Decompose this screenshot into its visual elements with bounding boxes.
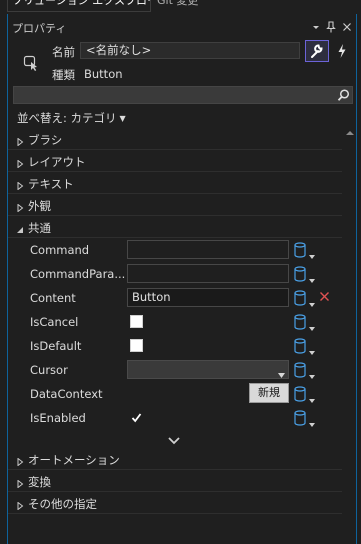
data-binding-icon[interactable] — [294, 386, 306, 402]
category-label: 変換 — [28, 475, 51, 489]
new-button[interactable]: 新規 — [249, 383, 289, 403]
property-name: DataContext — [30, 387, 103, 401]
property-row: IsDefault — [8, 334, 342, 358]
chevron-down-icon — [278, 367, 285, 378]
collapsed-triangle-icon[interactable] — [16, 157, 24, 169]
data-binding-icon[interactable] — [294, 410, 306, 426]
sort-dropdown[interactable]: 並べ替え: カテゴリ ▼ — [17, 110, 126, 126]
category-label: レイアウト — [28, 155, 86, 169]
property-name: IsCancel — [30, 315, 79, 329]
category-row[interactable]: レイアウト — [8, 150, 342, 172]
show-more-chevron-icon[interactable] — [167, 434, 181, 445]
category-row[interactable]: その他の指定 — [8, 492, 342, 514]
property-search-input[interactable] — [13, 86, 353, 104]
category-row[interactable]: 共通 — [8, 216, 342, 238]
collapsed-triangle-icon[interactable] — [16, 201, 24, 213]
category-label: オートメーション — [28, 453, 120, 467]
panel-titlebar: プロパティ — [8, 16, 358, 38]
category-label: その他の指定 — [28, 497, 97, 511]
chevron-down-icon: ▼ — [119, 114, 126, 123]
property-row: Cursor — [8, 358, 342, 382]
advanced-options-caret-icon[interactable] — [309, 272, 315, 283]
property-name: Command — [30, 243, 90, 257]
category-row[interactable]: 外観 — [8, 194, 342, 216]
category-label: 共通 — [28, 221, 51, 235]
property-value-field[interactable]: Button — [127, 288, 289, 307]
data-binding-icon[interactable] — [294, 314, 306, 330]
advanced-options-caret-icon[interactable] — [309, 344, 315, 355]
wrench-icon — [311, 44, 323, 58]
properties-panel: プロパティ 名前 <名前なし> 種類 Button 並べ替え: カテゴリ ▼ ブ… — [7, 14, 357, 544]
data-binding-icon[interactable] — [294, 290, 306, 306]
close-icon[interactable] — [340, 20, 354, 34]
property-row: Command — [8, 238, 342, 262]
property-row: DataContext 新規 — [8, 382, 342, 406]
category-row[interactable]: オートメーション — [8, 448, 342, 470]
property-value-field[interactable] — [127, 264, 289, 283]
category-row[interactable]: ブラシ — [8, 128, 342, 150]
tool-window-tabstrip: ソリューション エクスプローラー Git 変更 — [0, 0, 361, 14]
property-name: IsEnabled — [30, 411, 86, 425]
property-row: IsCancel — [8, 310, 342, 334]
name-field[interactable]: <名前なし> — [80, 42, 300, 59]
data-binding-icon[interactable] — [294, 338, 306, 354]
data-binding-icon[interactable] — [294, 362, 306, 378]
collapsed-triangle-icon[interactable] — [16, 135, 24, 147]
property-name: IsDefault — [30, 339, 82, 353]
expanded-triangle-icon[interactable] — [16, 223, 24, 233]
property-row: CommandPara... — [8, 262, 342, 286]
sort-label: 並べ替え: カテゴリ — [17, 111, 117, 125]
property-combo-box[interactable] — [127, 360, 289, 379]
pin-icon[interactable] — [324, 20, 338, 34]
advanced-options-caret-icon[interactable] — [309, 320, 315, 331]
tab-solution-explorer[interactable]: ソリューション エクスプローラー — [7, 0, 151, 12]
property-name: CommandPara... — [30, 267, 125, 281]
collapsed-triangle-icon[interactable] — [16, 455, 24, 467]
advanced-options-caret-icon[interactable] — [309, 416, 315, 427]
collapsed-triangle-icon[interactable] — [16, 179, 24, 191]
checkbox[interactable] — [130, 339, 143, 352]
collapsed-triangle-icon[interactable] — [16, 499, 24, 511]
collapsed-triangle-icon[interactable] — [16, 477, 24, 489]
reset-value-icon[interactable] — [319, 291, 330, 302]
property-name: Cursor — [30, 363, 68, 377]
type-label: 種類 — [52, 68, 75, 82]
data-binding-icon[interactable] — [294, 266, 306, 282]
lightning-bolt-icon — [338, 44, 346, 58]
category-row[interactable]: 変換 — [8, 470, 342, 492]
property-grid-scrollbar[interactable] — [344, 126, 356, 544]
panel-title: プロパティ — [12, 22, 67, 35]
advanced-options-caret-icon[interactable] — [309, 296, 315, 307]
events-view-button[interactable] — [333, 41, 351, 61]
property-row: IsEnabled — [8, 406, 342, 430]
checkbox-checked[interactable] — [130, 411, 143, 424]
category-row[interactable]: テキスト — [8, 172, 342, 194]
advanced-options-caret-icon[interactable] — [309, 248, 315, 259]
property-value-field[interactable] — [127, 240, 289, 259]
advanced-options-caret-icon[interactable] — [309, 368, 315, 379]
category-label: テキスト — [28, 177, 74, 191]
tab-git-changes[interactable]: Git 変更 — [157, 0, 198, 12]
property-name: Content — [30, 291, 76, 305]
type-value: Button — [84, 67, 123, 81]
scroll-up-arrow-icon[interactable] — [345, 127, 355, 137]
advanced-options-caret-icon[interactable] — [309, 392, 315, 403]
window-position-menu-icon[interactable] — [309, 20, 323, 34]
category-label: 外観 — [28, 199, 51, 213]
properties-view-button[interactable] — [305, 40, 329, 62]
selected-element-icon — [23, 55, 39, 71]
data-binding-icon[interactable] — [294, 242, 306, 258]
checkbox[interactable] — [130, 315, 143, 328]
category-label: ブラシ — [28, 133, 63, 147]
search-icon[interactable] — [336, 88, 351, 103]
property-row: Content Button — [8, 286, 342, 310]
name-label: 名前 — [52, 45, 75, 59]
